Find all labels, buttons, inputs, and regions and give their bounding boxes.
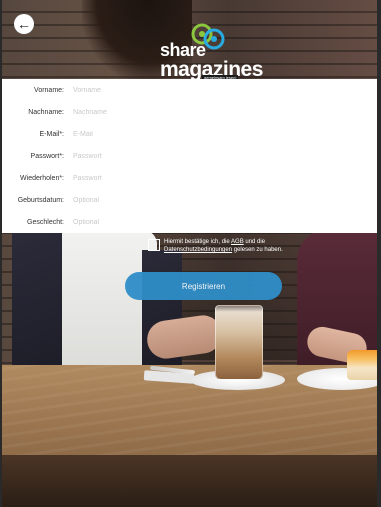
repeat-password-input[interactable] (73, 171, 333, 185)
register-button[interactable]: Registrieren (125, 272, 282, 300)
firstname-label: Vorname: (34, 86, 64, 94)
birthdate-input[interactable] (73, 193, 333, 207)
form-row-lastname: Nachname: (2, 101, 377, 123)
form-row-gender: Geschlecht: (2, 211, 377, 233)
registration-screen: ← share magazines gemeinsam lesen! Vorna… (0, 0, 381, 507)
form-row-email: E-Mail*: (2, 123, 377, 145)
consent-text: Hiermit bestätige ich, die AGB und die D… (164, 239, 283, 253)
repeat-password-label: Wiederholen*: (20, 174, 64, 182)
password-input[interactable] (73, 149, 333, 163)
firstname-input[interactable] (73, 83, 333, 97)
share-magazines-logo: share magazines gemeinsam lesen! (160, 22, 263, 81)
consent-row: Hiermit bestätige ich, die AGB und die D… (148, 238, 288, 254)
email-input[interactable] (73, 127, 333, 141)
registration-form: Vorname: Nachname: E-Mail*: Passwort*: W… (2, 79, 377, 233)
form-row-firstname: Vorname: (2, 79, 377, 101)
form-row-birthdate: Geburtsdatum: (2, 189, 377, 211)
lastname-label: Nachname: (28, 108, 64, 116)
privacy-link[interactable]: Datenschutzbedingungen (164, 247, 232, 253)
email-label: E-Mail*: (39, 130, 64, 138)
password-label: Passwort*: (30, 152, 64, 160)
gender-input[interactable] (73, 215, 333, 229)
form-row-repeat-password: Wiederholen*: (2, 167, 377, 189)
consent-checkbox[interactable] (148, 239, 160, 251)
lastname-input[interactable] (73, 105, 333, 119)
birthdate-label: Geburtsdatum: (17, 196, 64, 204)
back-arrow-icon[interactable]: ← (14, 14, 34, 34)
form-row-password: Passwort*: (2, 145, 377, 167)
agb-link[interactable]: AGB (231, 239, 244, 245)
gender-label: Geschlecht: (27, 218, 64, 226)
